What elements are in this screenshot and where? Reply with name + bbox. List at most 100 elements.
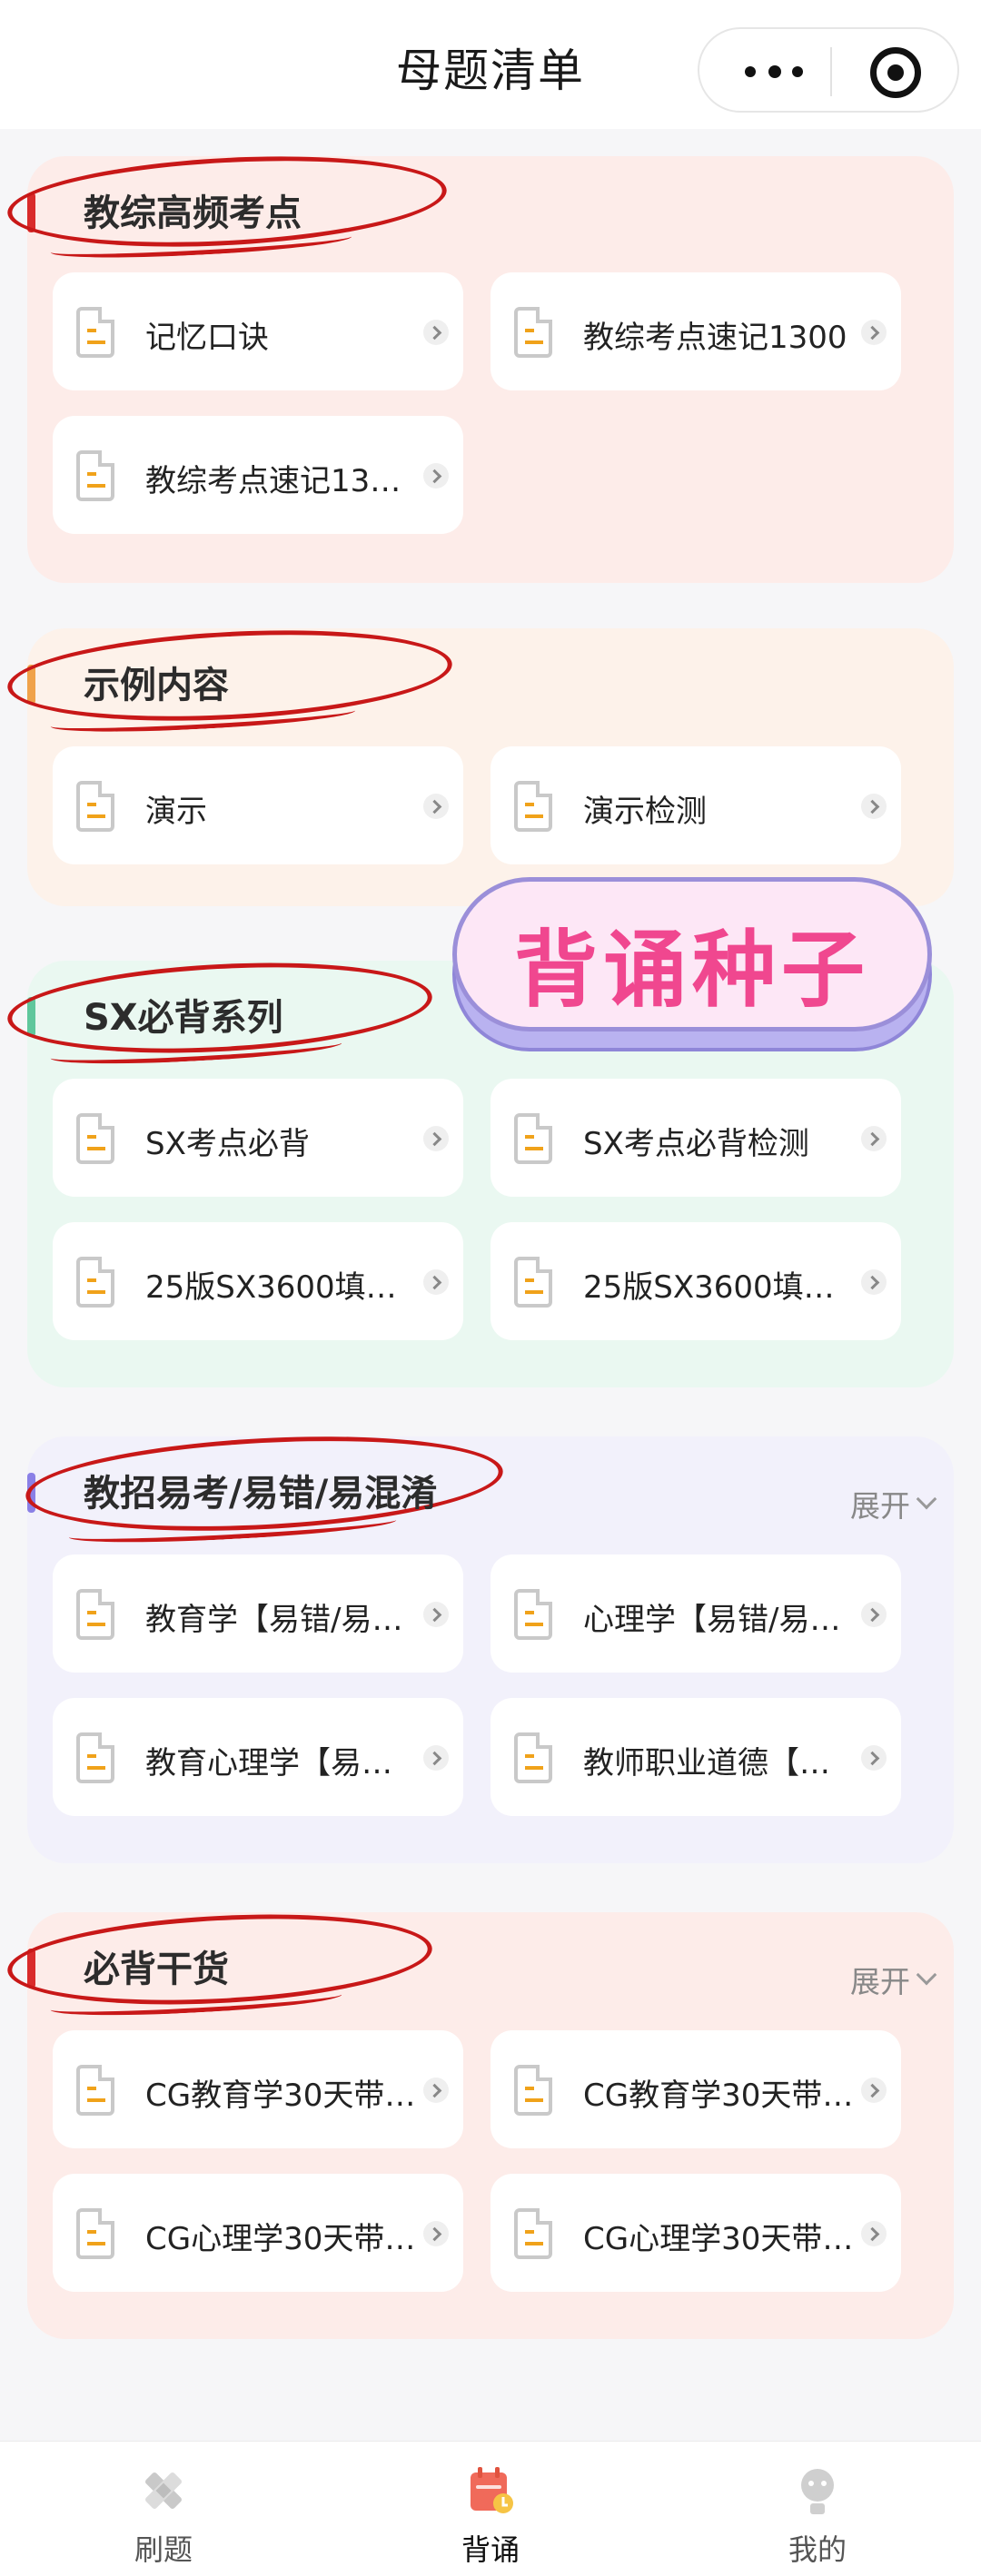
section-header: 教招易考/易错/易混淆 展开 (23, 1426, 954, 1542)
expand-toggle[interactable]: 展开 (850, 1958, 937, 2001)
item-label: 教育学【易错/易… (145, 1602, 403, 1638)
section-header: 必背干货 展开 (5, 1904, 954, 2015)
list-item[interactable]: 记忆口诀 (53, 272, 463, 390)
item-label: CG心理学30天带… (145, 2221, 416, 2257)
document-icon (514, 1589, 552, 1640)
chevron-right-icon (423, 463, 449, 489)
list-item[interactable]: SX考点必背检测 (490, 1079, 901, 1197)
section-title: 示例内容 (84, 665, 229, 706)
chevron-right-icon (423, 1602, 449, 1627)
document-icon (514, 781, 552, 832)
document-icon (514, 1113, 552, 1164)
document-icon (76, 1732, 114, 1783)
chevron-down-icon (916, 1488, 937, 1510)
item-label: SX考点必背检测 (583, 1126, 809, 1162)
item-label: 演示 (145, 794, 207, 830)
section-examples: 示例内容 演示 演示检测 (5, 620, 954, 906)
chevron-right-icon (861, 1269, 887, 1295)
nav-header: 母题清单 (0, 0, 981, 129)
chevron-down-icon (916, 1964, 937, 1986)
chevron-right-icon (861, 1745, 887, 1771)
list-item[interactable]: 教育学【易错/易… (53, 1554, 463, 1673)
list-item[interactable]: CG教育学30天带… (53, 2030, 463, 2148)
tab-practice[interactable]: 刷题 (0, 2442, 327, 2576)
list-item[interactable]: CG心理学30天带… (53, 2174, 463, 2292)
document-icon (76, 781, 114, 832)
item-label: 教师职业道德【… (583, 1745, 830, 1781)
section-header: 示例内容 (5, 620, 954, 731)
section-must-memorize-essentials: 必背干货 展开 CG教育学30天带… CG教育学30天带… CG心理学30天带…… (5, 1904, 954, 2339)
section-title: 必背干货 (84, 1949, 229, 1990)
section-title: 教综高频考点 (84, 192, 302, 234)
mini-program-capsule (698, 27, 959, 113)
item-label: 教综考点速记13… (145, 463, 401, 499)
more-options-icon[interactable] (738, 56, 810, 87)
item-label: 25版SX3600填… (583, 1269, 835, 1306)
item-label: 心理学【易错/易… (583, 1602, 841, 1638)
close-target-icon[interactable] (870, 47, 921, 98)
chevron-right-icon (423, 2221, 449, 2246)
list-item[interactable]: CG心理学30天带… (490, 2174, 901, 2292)
document-icon (514, 1732, 552, 1783)
expand-label: 展开 (850, 1488, 910, 1524)
chevron-right-icon (423, 320, 449, 345)
promo-sticker: 背诵种子 (449, 877, 936, 1059)
document-icon (514, 307, 552, 358)
document-icon (76, 307, 114, 358)
item-label: 教育心理学【易… (145, 1745, 392, 1781)
tab-label: 刷题 (134, 2532, 193, 2567)
list-item[interactable]: CG教育学30天带… (490, 2030, 901, 2148)
list-item[interactable]: 25版SX3600填… (53, 1222, 463, 1340)
list-item[interactable]: 演示检测 (490, 746, 901, 864)
document-icon (514, 1257, 552, 1308)
item-label: 记忆口诀 (145, 320, 269, 356)
pencil-ruler-icon (145, 2472, 182, 2509)
chevron-right-icon (861, 2221, 887, 2246)
chevron-right-icon (861, 2078, 887, 2103)
document-icon (514, 2208, 552, 2259)
bottom-tab-bar: 刷题 背诵 我的 (0, 2441, 981, 2576)
list-item[interactable]: SX考点必背 (53, 1079, 463, 1197)
item-label: 演示检测 (583, 794, 707, 830)
chevron-right-icon (861, 794, 887, 819)
tab-recite[interactable]: 背诵 (327, 2442, 654, 2576)
list-item[interactable]: 教师职业道德【… (490, 1698, 901, 1816)
tab-label: 背诵 (461, 2532, 520, 2567)
calendar-bookmark-icon (471, 2467, 513, 2513)
item-label: 25版SX3600填… (145, 1269, 397, 1306)
section-title: 教招易考/易错/易混淆 (84, 1473, 438, 1515)
tab-mine[interactable]: 我的 (654, 2442, 981, 2576)
section-title: SX必背系列 (84, 997, 283, 1039)
red-circle-annotation (5, 620, 455, 731)
sticker-text: 背诵种子 (513, 922, 870, 1019)
user-icon (801, 2469, 834, 2514)
list-item[interactable]: 教育心理学【易… (53, 1698, 463, 1816)
list-item[interactable]: 教综考点速记13… (53, 416, 463, 534)
chevron-right-icon (861, 1126, 887, 1151)
chevron-right-icon (423, 1745, 449, 1771)
chevron-right-icon (861, 320, 887, 345)
list-item[interactable]: 演示 (53, 746, 463, 864)
expand-label: 展开 (850, 1964, 910, 1999)
document-icon (76, 1257, 114, 1308)
expand-toggle[interactable]: 展开 (850, 1482, 937, 1525)
section-easy-mistakes: 教招易考/易错/易混淆 展开 教育学【易错/易… 心理学【易错/易… 教育心理学… (23, 1426, 954, 1863)
document-icon (76, 450, 114, 501)
document-icon (76, 2065, 114, 2116)
document-icon (76, 1113, 114, 1164)
list-item[interactable]: 心理学【易错/易… (490, 1554, 901, 1673)
chevron-right-icon (423, 1126, 449, 1151)
item-label: CG教育学30天带… (583, 2078, 854, 2114)
list-item[interactable]: 25版SX3600填… (490, 1222, 901, 1340)
chevron-right-icon (423, 1269, 449, 1295)
item-label: CG心理学30天带… (583, 2221, 854, 2257)
chevron-right-icon (861, 1602, 887, 1627)
item-label: CG教育学30天带… (145, 2078, 416, 2114)
section-jiaozong-high-freq: 教综高频考点 记忆口诀 教综考点速记1300 教综考点速记13… (5, 146, 954, 583)
tab-label: 我的 (788, 2532, 847, 2567)
chevron-right-icon (423, 2078, 449, 2103)
item-label: SX考点必背 (145, 1126, 310, 1162)
document-icon (514, 2065, 552, 2116)
list-item[interactable]: 教综考点速记1300 (490, 272, 901, 390)
document-icon (76, 2208, 114, 2259)
